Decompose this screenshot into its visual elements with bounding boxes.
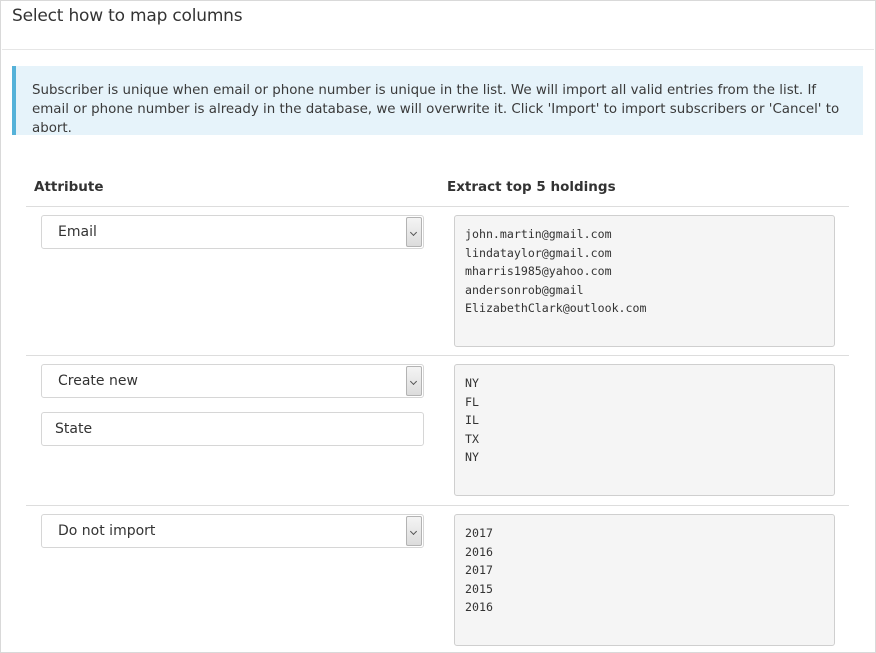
new-attribute-name-value: State — [55, 421, 93, 437]
sample-values-box: NY FL IL TX NY — [454, 364, 835, 496]
sample-value: 2016 — [465, 544, 493, 559]
chevron-down-icon[interactable] — [406, 217, 422, 247]
attribute-column-header: Attribute — [34, 179, 104, 195]
page-title: Select how to map columns — [12, 6, 243, 26]
chevron-down-icon[interactable] — [406, 366, 422, 396]
sample-value: lindataylor@gmail.com — [465, 245, 612, 260]
sample-value: 2015 — [465, 581, 493, 596]
sample-values-box: 2017 2016 2017 2015 2016 — [454, 514, 835, 646]
map-columns-panel: Select how to map columns Subscriber is … — [0, 0, 876, 653]
attribute-select-do-not-import[interactable]: Do not import — [41, 514, 424, 548]
attribute-select-email[interactable]: Email — [41, 215, 424, 249]
new-attribute-name-input[interactable]: State — [41, 412, 424, 446]
sample-value: andersonrob@gmail — [465, 282, 584, 297]
sample-value: 2017 — [465, 526, 493, 540]
sample-values-box: john.martin@gmail.com lindataylor@gmail.… — [454, 215, 835, 347]
sample-value: 2017 — [465, 563, 493, 578]
sample-value: IL — [465, 413, 479, 428]
sample-value: NY — [465, 450, 479, 465]
chevron-down-icon[interactable] — [406, 516, 422, 546]
sample-value: TX — [465, 431, 479, 446]
attribute-select-value: Create new — [58, 373, 138, 389]
attribute-select-create-new[interactable]: Create new — [41, 364, 424, 398]
row-divider — [26, 206, 849, 207]
info-notice: Subscriber is unique when email or phone… — [12, 66, 863, 136]
attribute-select-value: Do not import — [58, 523, 156, 539]
row-divider — [26, 355, 849, 356]
extract-column-header: Extract top 5 holdings — [447, 179, 616, 195]
row-divider — [26, 505, 849, 506]
sample-value: FL — [465, 394, 479, 409]
panel-header: Select how to map columns — [2, 2, 874, 50]
attribute-select-value: Email — [58, 224, 97, 240]
sample-value: 2016 — [465, 600, 493, 615]
sample-value: NY — [465, 376, 479, 390]
sample-value: mharris1985@yahoo.com — [465, 264, 612, 279]
sample-value: john.martin@gmail.com — [465, 227, 612, 241]
sample-value: ElizabethClark@outlook.com — [465, 301, 647, 316]
